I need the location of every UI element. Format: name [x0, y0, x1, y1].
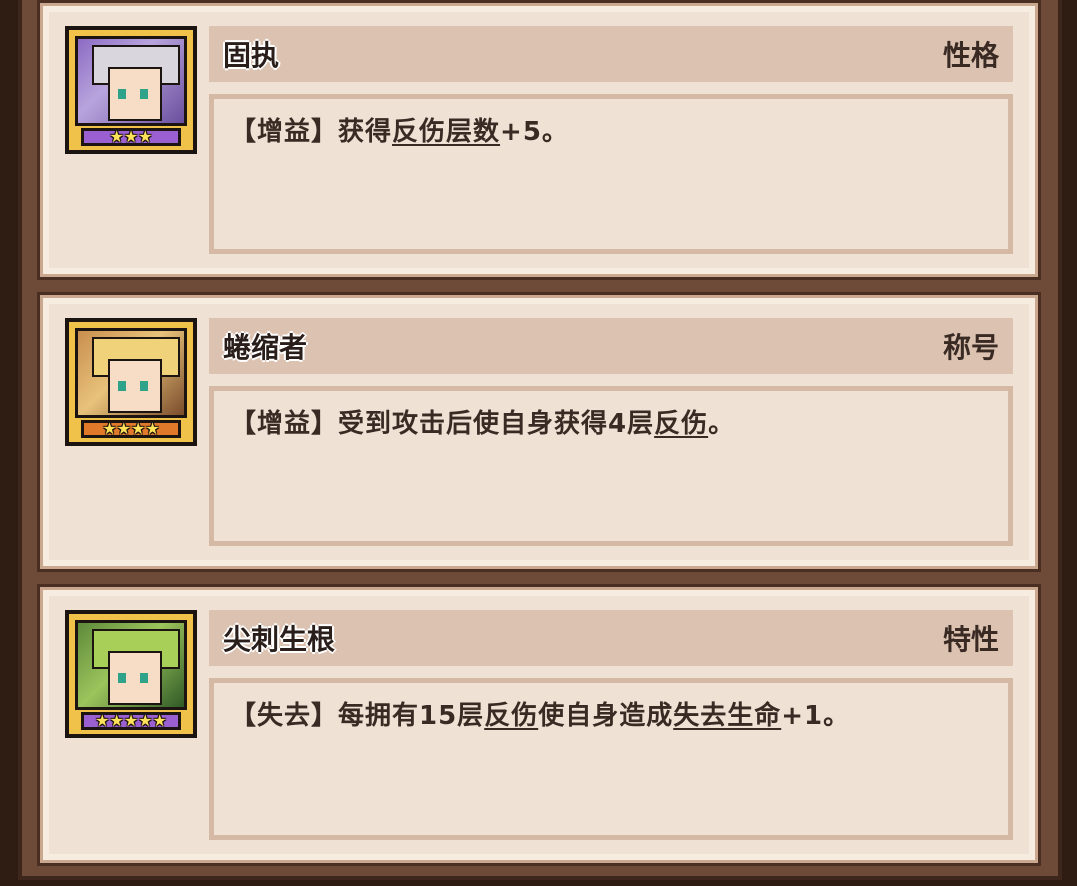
character-portrait-1: ★★★ — [65, 26, 197, 154]
desc-prefix: 【失去】每拥有15层 — [230, 701, 485, 731]
description-text-1: 【增益】获得反伤层数+5。 — [230, 117, 569, 147]
eye-icon — [140, 89, 148, 99]
eye-icon — [140, 381, 148, 391]
description-text-2: 【增益】受到攻击后使自身获得4层反伤。 — [230, 409, 735, 439]
desc-suffix: +5。 — [500, 117, 569, 147]
description-box-1: 【增益】获得反伤层数+5。 — [209, 94, 1013, 254]
title-bar-2: 蜷缩者 称号 — [209, 318, 1013, 374]
desc-prefix: 【增益】获得 — [230, 117, 393, 147]
card-category-2: 称号 — [942, 331, 999, 364]
star-icons: ★★★ — [109, 127, 153, 146]
face-shape — [108, 359, 162, 413]
card-category-3: 特性 — [942, 623, 999, 656]
star-rating-1: ★★★ — [81, 128, 181, 146]
star-icons: ★★★★★ — [95, 711, 167, 730]
portrait-art-1 — [75, 36, 187, 126]
star-rating-2: ★★★★ — [81, 420, 181, 438]
desc-suffix: +1。 — [781, 701, 851, 731]
desc-prefix: 【增益】受到攻击后使自身获得4层 — [230, 409, 655, 439]
keyword-link[interactable]: 失去生命 — [673, 701, 781, 731]
trait-card-3[interactable]: ★★★★★ 尖刺生根 特性 【失去】每拥有15层反伤使自身造成失去生命+1。 — [37, 584, 1041, 866]
face-shape — [108, 651, 162, 705]
character-portrait-3: ★★★★★ — [65, 610, 197, 738]
trait-card-2[interactable]: ★★★★ 蜷缩者 称号 【增益】受到攻击后使自身获得4层反伤。 — [37, 292, 1041, 572]
keyword-link[interactable]: 反伤 — [654, 409, 708, 439]
keyword-link[interactable]: 反伤层数 — [392, 117, 500, 147]
face-shape — [108, 67, 162, 121]
card-name-2: 蜷缩者 — [223, 331, 308, 364]
character-portrait-2: ★★★★ — [65, 318, 197, 446]
portrait-art-3 — [75, 620, 187, 710]
card-category-1: 性格 — [942, 39, 999, 72]
keyword-link[interactable]: 反伤 — [484, 701, 538, 731]
portrait-art-2 — [75, 328, 187, 418]
eye-icon — [118, 89, 126, 99]
description-box-2: 【增益】受到攻击后使自身获得4层反伤。 — [209, 386, 1013, 546]
star-icons: ★★★★ — [102, 419, 160, 438]
description-text-3: 【失去】每拥有15层反伤使自身造成失去生命+1。 — [230, 701, 850, 731]
eye-icon — [118, 381, 126, 391]
description-box-3: 【失去】每拥有15层反伤使自身造成失去生命+1。 — [209, 678, 1013, 840]
title-bar-1: 固执 性格 — [209, 26, 1013, 82]
star-rating-3: ★★★★★ — [81, 712, 181, 730]
card-name-1: 固执 — [223, 39, 280, 72]
card-name-3: 尖刺生根 — [223, 623, 336, 656]
trait-card-1[interactable]: ★★★ 固执 性格 【增益】获得反伤层数+5。 — [37, 0, 1041, 280]
eye-icon — [118, 673, 126, 683]
desc-suffix: 。 — [708, 409, 736, 439]
desc-mid: 使自身造成 — [538, 701, 674, 731]
title-bar-3: 尖刺生根 特性 — [209, 610, 1013, 666]
eye-icon — [140, 673, 148, 683]
